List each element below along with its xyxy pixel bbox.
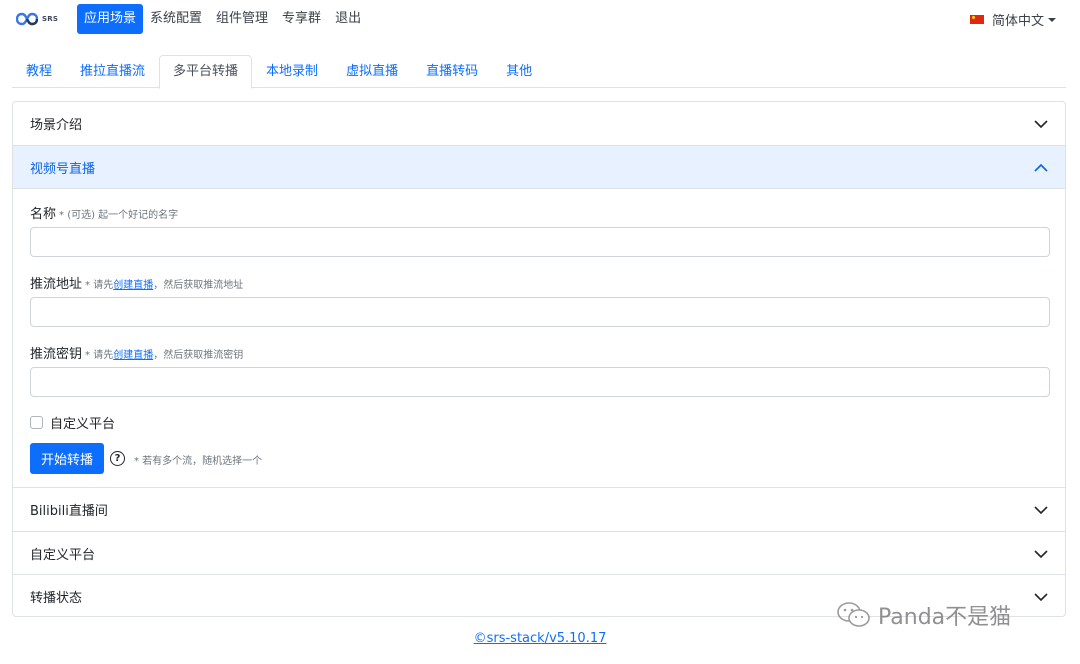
- server-hint-suffix: ，然后获取推流地址: [153, 280, 244, 291]
- tab-tutorial[interactable]: 教程: [12, 55, 66, 88]
- stream-key-label: 推流密钥 * 请先创建直播，然后获取推流密钥: [30, 343, 243, 362]
- nav-item-system-config[interactable]: 系统配置: [143, 4, 209, 34]
- custom-platform-checkbox[interactable]: [30, 416, 43, 429]
- chevron-down-icon: [1034, 120, 1048, 129]
- chevron-down-icon: [1034, 506, 1048, 515]
- tab-multi-platform[interactable]: 多平台转播: [159, 55, 253, 89]
- china-flag-icon: [969, 15, 984, 24]
- footer: ©srs-stack/v5.10.17: [0, 631, 1080, 646]
- tab-transcode[interactable]: 直播转码: [412, 55, 492, 88]
- stream-key-hint-suffix: ，然后获取推流密钥: [153, 350, 244, 361]
- nav-item-exclusive-group[interactable]: 专享群: [275, 4, 328, 34]
- server-label: 推流地址 * 请先创建直播，然后获取推流地址: [30, 273, 243, 292]
- brand-text: SRS: [42, 15, 59, 23]
- start-forward-button[interactable]: 开始转播: [30, 443, 104, 474]
- name-hint: * (可选) 起一个好记的名字: [59, 210, 179, 221]
- accordion-title: 转播状态: [30, 591, 83, 606]
- custom-platform-label: 自定义平台: [50, 417, 116, 432]
- nav-item-components[interactable]: 组件管理: [209, 4, 275, 34]
- watermark-text: Panda不是猫: [878, 605, 1012, 630]
- accordion: 场景介绍 视频号直播 名称 * (可选) 起一个好记的名字 推流地址 * 请先创建直…: [12, 101, 1066, 617]
- tab-virtual-live[interactable]: 虚拟直播: [332, 55, 412, 88]
- nav-item-scenarios[interactable]: 应用场景: [77, 4, 144, 34]
- server-hint-prefix: * 请先: [85, 280, 114, 291]
- name-label-text: 名称: [30, 207, 57, 222]
- accordion-header-channels[interactable]: 视频号直播: [13, 146, 1065, 189]
- accordion-header-bilibili[interactable]: Bilibili直播间: [13, 488, 1065, 531]
- wechat-icon: [837, 602, 870, 627]
- custom-platform-row: 自定义平台: [30, 413, 115, 432]
- nav-item-logout[interactable]: 退出: [328, 4, 368, 34]
- server-url-input[interactable]: [30, 297, 1050, 327]
- name-label: 名称 * (可选) 起一个好记的名字: [30, 203, 178, 222]
- tab-push-pull[interactable]: 推拉直播流: [66, 55, 159, 88]
- tab-local-record[interactable]: 本地录制: [252, 55, 332, 88]
- language-label: 简体中文: [991, 14, 1044, 29]
- watermark: Panda不是猫: [836, 599, 1011, 631]
- start-hint: * 若有多个流，随机选择一个: [134, 456, 263, 467]
- language-dropdown[interactable]: 简体中文: [969, 10, 1056, 29]
- stream-key-hint-prefix: * 请先: [85, 350, 114, 361]
- help-icon[interactable]: ?: [110, 451, 125, 466]
- create-live-link[interactable]: 创建直播: [113, 350, 153, 361]
- caret-down-icon: [1048, 17, 1056, 22]
- chevron-down-icon: [1034, 550, 1048, 559]
- accordion-title: Bilibili直播间: [30, 504, 108, 519]
- brand-logo[interactable]: SRS: [16, 9, 62, 29]
- stream-key-hint: * 请先创建直播，然后获取推流密钥: [85, 350, 243, 361]
- server-label-text: 推流地址: [30, 277, 83, 292]
- accordion-title: 场景介绍: [30, 118, 83, 133]
- nav-menu: 应用场景 系统配置 组件管理 专享群 退出: [77, 4, 368, 34]
- chevron-down-icon: [1034, 593, 1048, 602]
- accordion-title: 视频号直播: [30, 161, 96, 177]
- stream-key-label-text: 推流密钥: [30, 347, 83, 362]
- top-navbar: SRS 应用场景 系统配置 组件管理 专享群 退出 简体中文: [0, 0, 1080, 38]
- scenario-tabs: 教程 推拉直播流 多平台转播 本地录制 虚拟直播 直播转码 其他: [12, 55, 1066, 89]
- accordion-header-intro[interactable]: 场景介绍: [13, 102, 1065, 145]
- create-live-link[interactable]: 创建直播: [113, 280, 153, 291]
- stream-key-input[interactable]: [30, 367, 1050, 397]
- accordion-title: 自定义平台: [30, 548, 96, 563]
- accordion-header-custom[interactable]: 自定义平台: [13, 532, 1065, 575]
- chevron-up-icon: [1034, 163, 1048, 172]
- server-hint: * 请先创建直播，然后获取推流地址: [85, 280, 243, 291]
- page: SRS 应用场景 系统配置 组件管理 专享群 退出 简体中文 教程 推拉直播流 …: [0, 0, 1080, 664]
- tab-other[interactable]: 其他: [492, 55, 546, 88]
- infinity-logo-icon: [16, 12, 38, 26]
- name-input[interactable]: [30, 227, 1050, 257]
- version-link[interactable]: ©srs-stack/v5.10.17: [474, 631, 607, 646]
